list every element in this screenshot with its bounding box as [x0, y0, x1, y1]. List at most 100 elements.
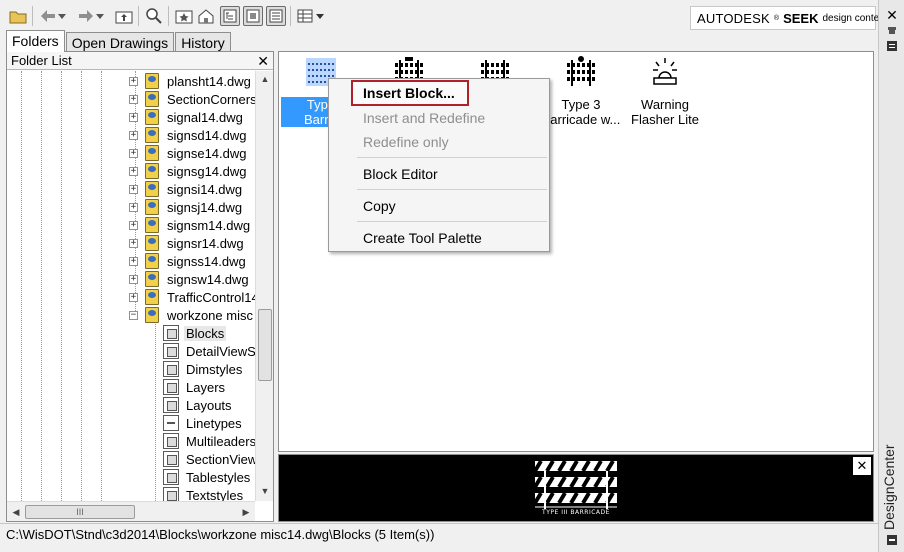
dwg-file-icon	[145, 235, 159, 251]
tree-child-item[interactable]: Blocks	[163, 324, 227, 342]
block-label: Type 3 Barricade w...	[541, 97, 621, 127]
preview-caption: TYPE III BARRICADE	[542, 509, 610, 516]
expand-icon[interactable]: +	[129, 256, 138, 266]
tree-horizontal-scrollbar[interactable]: ◀ III ▶	[7, 501, 255, 521]
tree-item[interactable]: + signsd14.dwg	[129, 126, 249, 144]
tree-child-item[interactable]: Multileaders	[163, 432, 255, 450]
tree-toggle-icon[interactable]	[220, 6, 240, 26]
tree-item[interactable]: + TrafficControl14	[129, 288, 255, 306]
layouts-icon	[163, 397, 179, 413]
tab-open-drawings[interactable]: Open Drawings	[65, 32, 175, 53]
scroll-right-icon[interactable]: ▶	[237, 504, 255, 520]
expand-icon[interactable]: +	[129, 184, 138, 194]
tree-vertical-scroll-thumb[interactable]	[258, 309, 272, 381]
menu-item-block-editor[interactable]: Block Editor	[363, 163, 438, 185]
tree-child-item[interactable]: Layouts	[163, 396, 234, 414]
scroll-left-icon[interactable]: ◀	[7, 504, 25, 520]
properties-icon[interactable]	[886, 40, 898, 52]
barricade-thumbnail-icon	[567, 56, 595, 86]
tree-child-item[interactable]: Layers	[163, 378, 227, 396]
tab-folders[interactable]: Folders	[6, 30, 65, 52]
folder-list-title: Folder List	[11, 53, 72, 68]
expand-icon[interactable]: +	[129, 112, 138, 122]
up-icon[interactable]	[114, 6, 134, 26]
expand-icon[interactable]: +	[129, 238, 138, 248]
menu-item-copy[interactable]: Copy	[363, 195, 396, 217]
home-icon[interactable]	[196, 6, 216, 26]
menu-item-insert-and-redefine[interactable]: Insert and Redefine	[363, 107, 485, 129]
preview-pane: TYPE III BARRICADE ✕	[278, 454, 874, 522]
tree-child-item[interactable]: SectionView	[163, 450, 255, 468]
back-icon[interactable]	[38, 6, 58, 26]
tree-item[interactable]: + signsw14.dwg	[129, 270, 251, 288]
menu-item-insert-block[interactable]: Insert Block...	[363, 82, 455, 104]
views-icon[interactable]	[295, 6, 315, 26]
expand-icon[interactable]: +	[129, 148, 138, 158]
textstyles-icon	[163, 487, 179, 501]
expand-icon[interactable]: +	[129, 76, 138, 86]
tree-horizontal-scroll-thumb[interactable]: III	[25, 505, 135, 519]
layers-icon	[163, 379, 179, 395]
dwg-file-icon	[145, 199, 159, 215]
search-icon[interactable]	[144, 6, 164, 26]
tree-child-item[interactable]: Linetypes	[163, 414, 244, 432]
description-toggle-icon[interactable]	[266, 6, 286, 26]
expand-icon[interactable]: +	[129, 94, 138, 104]
close-icon[interactable]: ✕	[883, 6, 901, 24]
block-item[interactable]: Type 3 Barricade w...	[541, 54, 621, 127]
tree-item[interactable]: + plansht14.dwg	[129, 72, 253, 90]
load-icon[interactable]	[8, 6, 28, 26]
tree-vertical-scrollbar[interactable]: ▲ ▼	[255, 71, 273, 501]
palette-menu-icon[interactable]	[886, 534, 898, 546]
menu-item-redefine-only[interactable]: Redefine only	[363, 131, 449, 153]
views-dropdown-icon[interactable]	[314, 6, 326, 26]
tree-item[interactable]: + signal14.dwg	[129, 108, 245, 126]
tree-item-label: Linetypes	[186, 415, 242, 431]
expand-icon[interactable]: +	[129, 220, 138, 230]
tree-item[interactable]: + signsj14.dwg	[129, 198, 244, 216]
tree-item-label: signsd14.dwg	[167, 127, 247, 143]
tree-child-item[interactable]: Dimstyles	[163, 360, 244, 378]
tree-child-item[interactable]: Tablestyles	[163, 468, 252, 486]
tree-item[interactable]: + SectionCorners	[129, 90, 255, 108]
scroll-up-icon[interactable]: ▲	[256, 71, 274, 87]
collapse-icon[interactable]: −	[129, 310, 138, 320]
tree-item-label: signse14.dwg	[167, 145, 247, 161]
tree-item[interactable]: + signsm14.dwg	[129, 216, 252, 234]
menu-item-create-tool-palette[interactable]: Create Tool Palette	[363, 227, 482, 249]
folder-list-header: Folder List ✕	[7, 52, 273, 70]
tree-child-item[interactable]: Textstyles	[163, 486, 245, 501]
auto-hide-icon[interactable]	[886, 24, 898, 34]
tree-item-label: signsi14.dwg	[167, 181, 243, 197]
expand-icon[interactable]: +	[129, 202, 138, 212]
dwg-file-icon	[145, 91, 159, 107]
forward-icon[interactable]	[76, 6, 96, 26]
tree-item-label: signal14.dwg	[167, 109, 243, 125]
expand-icon[interactable]: +	[129, 130, 138, 140]
expand-icon[interactable]: +	[129, 274, 138, 284]
tree-item-label: signss14.dwg	[167, 253, 246, 269]
tree-item[interactable]: + signss14.dwg	[129, 252, 248, 270]
tree-item[interactable]: + signsr14.dwg	[129, 234, 246, 252]
tree-item[interactable]: + signsg14.dwg	[129, 162, 249, 180]
expand-icon[interactable]: +	[129, 166, 138, 176]
tree-item[interactable]: − workzone misc	[129, 306, 255, 324]
tree-item[interactable]: + signsi14.dwg	[129, 180, 244, 198]
folder-tree[interactable]: + plansht14.dwg + SectionCorners + signal14.d…	[7, 71, 255, 501]
back-dropdown-icon[interactable]	[56, 6, 68, 26]
dwg-file-icon	[145, 145, 159, 161]
folder-list-close-icon[interactable]: ✕	[257, 52, 269, 70]
tree-child-item[interactable]: DetailViewS	[163, 342, 255, 360]
forward-dropdown-icon[interactable]	[94, 6, 106, 26]
dwg-file-icon	[145, 73, 159, 89]
block-item[interactable]: Warning Flasher Lite	[625, 54, 705, 127]
tree-item[interactable]: + signse14.dwg	[129, 144, 249, 162]
expand-icon[interactable]: +	[129, 292, 138, 302]
scroll-down-icon[interactable]: ▼	[256, 483, 274, 499]
tab-history[interactable]: History	[175, 32, 231, 53]
seek-banner[interactable]: AUTODESK ® SEEK design content	[690, 6, 888, 30]
preview-toggle-icon[interactable]	[243, 6, 263, 26]
preview-close-icon[interactable]: ✕	[853, 457, 871, 475]
tree-item-label: Multileaders	[186, 433, 255, 449]
favorites-icon[interactable]	[174, 6, 194, 26]
